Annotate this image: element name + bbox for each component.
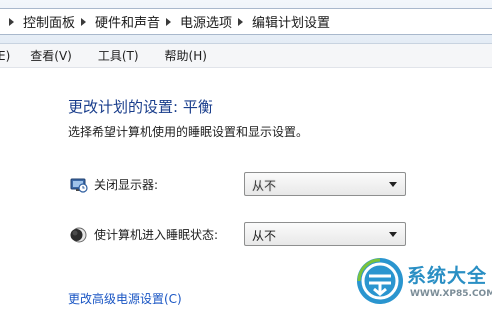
turn-off-display-row: 关闭显示器: 从不: [70, 172, 410, 198]
watermark-logo: 系统大全 WWW.XP85.COM: [355, 252, 492, 313]
breadcrumb-separator-icon[interactable]: [81, 17, 87, 26]
breadcrumb-power-options[interactable]: 电源选项: [180, 12, 232, 31]
menu-bar: E) 查看(V) 工具(T) 帮助(H): [0, 44, 492, 68]
address-bar: 控制面板 硬件和声音 电源选项 编辑计划设置: [0, 0, 492, 44]
menu-edit[interactable]: E): [0, 49, 10, 63]
breadcrumb-edit-plan-settings[interactable]: 编辑计划设置: [252, 12, 330, 31]
breadcrumb-separator-icon[interactable]: [166, 17, 172, 26]
chevron-down-icon: [389, 232, 397, 237]
menu-tools[interactable]: 工具(T): [98, 47, 139, 64]
sleep-value: 从不: [252, 229, 277, 243]
breadcrumb[interactable]: 控制面板 硬件和声音 电源选项 编辑计划设置: [0, 8, 492, 35]
sleep-label: 使计算机进入睡眠状态:: [94, 228, 219, 242]
menu-help[interactable]: 帮助(H): [165, 47, 207, 64]
sleep-select[interactable]: 从不: [244, 222, 406, 246]
sleep-row: 使计算机进入睡眠状态: 从不: [70, 222, 410, 248]
moon-icon: [70, 227, 87, 243]
breadcrumb-separator-icon[interactable]: [238, 17, 244, 26]
breadcrumb-hardware-and-sound[interactable]: 硬件和声音: [95, 12, 160, 31]
breadcrumb-control-panel[interactable]: 控制面板: [23, 12, 75, 31]
menu-view[interactable]: 查看(V): [30, 47, 72, 64]
page-title: 更改计划的设置: 平衡: [68, 98, 213, 116]
turn-off-display-value: 从不: [252, 179, 277, 193]
breadcrumb-separator-icon[interactable]: [9, 17, 14, 26]
chevron-down-icon: [389, 182, 397, 187]
watermark-text: 系统大全: [407, 265, 488, 287]
turn-off-display-select[interactable]: 从不: [244, 172, 406, 196]
watermark-url: WWW.XP85.COM: [410, 289, 492, 299]
monitor-clock-icon: [70, 178, 88, 193]
advanced-power-settings-link[interactable]: 更改高级电源设置(C): [68, 290, 182, 307]
logo-circle-icon: [357, 258, 403, 304]
turn-off-display-label: 关闭显示器:: [94, 178, 159, 192]
page-subtitle: 选择希望计算机使用的睡眠设置和显示设置。: [68, 125, 309, 139]
edit-plan-settings-window: 控制面板 硬件和声音 电源选项 编辑计划设置 E) 查看(V) 工具(T) 帮助…: [0, 0, 492, 313]
